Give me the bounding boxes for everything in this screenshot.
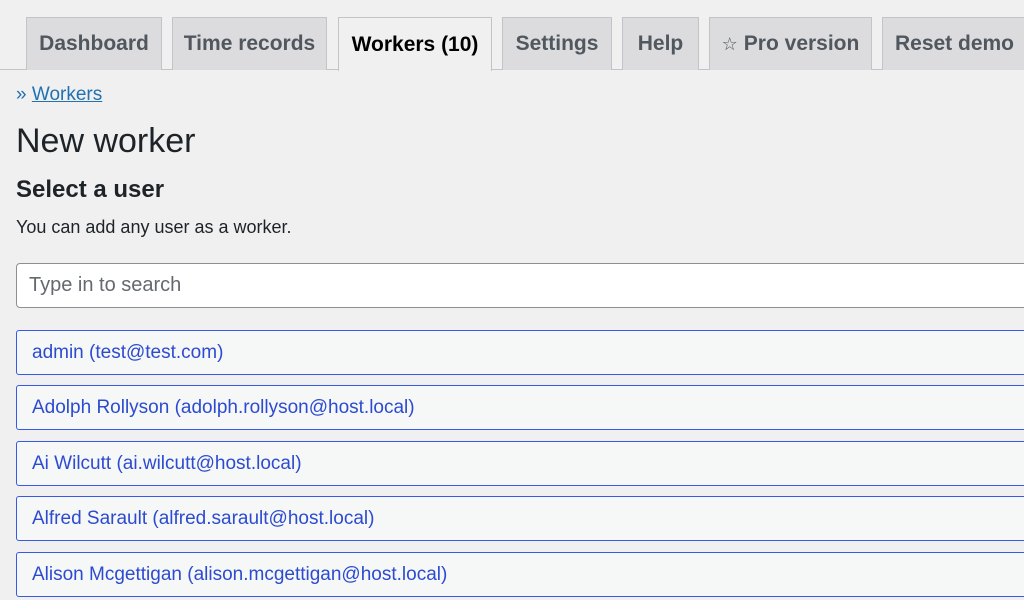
section-title: Select a user [16, 176, 165, 203]
user-list-item[interactable]: Alfred Sarault (alfred.sarault@host.loca… [16, 496, 1024, 541]
tab-pro-version[interactable]: ☆ Pro version [709, 17, 872, 70]
star-icon: ☆ [721, 33, 738, 54]
description: You can add any user as a worker. [16, 217, 292, 237]
tab-settings[interactable]: Settings [502, 17, 612, 70]
nav-tabs: Dashboard Time records Workers (10) Sett… [0, 0, 1024, 71]
user-list-item[interactable]: Ai Wilcutt (ai.wilcutt@host.local) [16, 441, 1024, 486]
page-title: New worker [16, 122, 196, 160]
user-search-input[interactable] [16, 263, 1024, 308]
breadcrumb-separator: » [16, 84, 27, 105]
tab-reset-demo[interactable]: Reset demo [882, 17, 1024, 70]
tab-time-records[interactable]: Time records [172, 17, 327, 70]
tab-workers[interactable]: Workers (10) [338, 17, 492, 71]
user-list-item[interactable]: Alison Mcgettigan (alison.mcgettigan@hos… [16, 552, 1024, 597]
tab-pro-version-label: Pro version [743, 32, 860, 55]
user-list-item[interactable]: admin (test@test.com) [16, 330, 1024, 375]
tab-help[interactable]: Help [622, 17, 699, 70]
breadcrumb-link-workers[interactable]: Workers [32, 84, 102, 105]
tab-dashboard[interactable]: Dashboard [26, 17, 162, 70]
user-list-item[interactable]: Adolph Rollyson (adolph.rollyson@host.lo… [16, 385, 1024, 430]
breadcrumb: » Workers [16, 84, 102, 106]
